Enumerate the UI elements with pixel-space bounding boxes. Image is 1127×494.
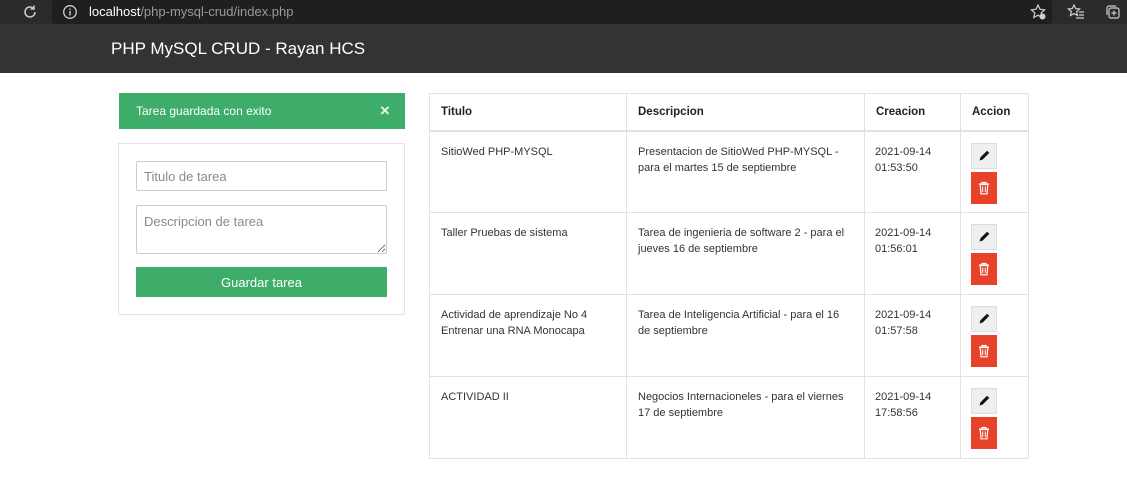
delete-task-button[interactable] [971, 171, 997, 204]
url-host: localhost [89, 4, 141, 19]
task-created-cell: 2021-09-14 17:58:56 [864, 376, 961, 459]
task-description-cell: Presentacion de SitioWed PHP-MYSQL - par… [626, 130, 865, 213]
edit-task-button[interactable] [971, 388, 997, 414]
trash-icon [979, 426, 989, 440]
pen-icon [979, 313, 990, 324]
task-actions-cell [960, 130, 1029, 213]
table-row: SitioWed PHP-MYSQL Presentacion de Sitio… [429, 130, 1029, 213]
success-alert: Tarea guardada con exito × [119, 93, 405, 129]
task-actions-cell [960, 212, 1029, 295]
column-header-description: Descripcion [626, 93, 865, 132]
navbar: PHP MySQL CRUD - Rayan HCS [0, 24, 1127, 73]
task-created-date: 2021-09-14 [875, 227, 932, 239]
edit-task-button[interactable] [971, 224, 997, 250]
task-title-cell: Taller Pruebas de sistema [429, 212, 627, 295]
table-row: Taller Pruebas de sistema Tarea de ingen… [429, 212, 1029, 295]
task-description-cell: Tarea de Inteligencia Artificial - para … [626, 294, 865, 377]
column-header-created: Creacion [864, 93, 961, 132]
task-created-cell: 2021-09-14 01:53:50 [864, 130, 961, 213]
task-description-input[interactable] [136, 205, 387, 254]
trash-icon [979, 181, 989, 194]
collections-icon[interactable] [1103, 2, 1123, 22]
alert-message: Tarea guardada con exito [136, 104, 272, 118]
task-description-cell: Tarea de ingenieria de software 2 - para… [626, 212, 865, 295]
edit-task-button[interactable] [971, 142, 997, 169]
task-created-cell: 2021-09-14 01:56:01 [864, 212, 961, 295]
reload-icon[interactable] [20, 2, 40, 22]
task-title-cell: Actividad de aprendizaje No 4 Entrenar u… [429, 294, 627, 377]
url-text[interactable]: localhost/php-mysql-crud/index.php [89, 4, 294, 20]
task-title-cell: SitioWed PHP-MYSQL [429, 130, 627, 213]
task-created-time: 01:56:01 [875, 243, 918, 255]
table-row: ACTIVIDAD II Negocios Internacioneles - … [429, 376, 1029, 459]
pen-icon [979, 395, 990, 406]
task-actions-cell [960, 376, 1029, 459]
task-created-date: 2021-09-14 [875, 145, 932, 158]
save-task-button[interactable]: Guardar tarea [136, 267, 387, 297]
site-info-icon[interactable] [62, 4, 78, 20]
task-created-time: 01:53:50 [875, 161, 918, 174]
task-title-input[interactable] [136, 161, 387, 191]
delete-task-button[interactable] [971, 335, 997, 367]
table-row: Actividad de aprendizaje No 4 Entrenar u… [429, 294, 1029, 377]
trash-icon [979, 262, 989, 276]
task-created-cell: 2021-09-14 01:57:58 [864, 294, 961, 377]
add-favorite-icon[interactable] [1028, 2, 1048, 22]
column-header-title: Titulo [429, 93, 627, 132]
task-description-cell: Negocios Internacioneles - para el viern… [626, 376, 865, 459]
delete-task-button[interactable] [971, 253, 997, 285]
edit-task-button[interactable] [971, 306, 997, 332]
task-created-time: 01:57:58 [875, 325, 918, 337]
tasks-table: Titulo Descripcion Creacion Accion Sitio… [429, 93, 1029, 459]
task-created-time: 17:58:56 [875, 407, 918, 419]
trash-icon [979, 344, 989, 358]
url-path: /php-mysql-crud/index.php [140, 4, 294, 19]
delete-task-button[interactable] [971, 417, 997, 449]
browser-toolbar: localhost/php-mysql-crud/index.php [0, 0, 1127, 24]
alert-close-button[interactable]: × [376, 102, 394, 120]
task-created-date: 2021-09-14 [875, 309, 932, 321]
task-actions-cell [960, 294, 1029, 377]
table-header-row: Titulo Descripcion Creacion Accion [429, 93, 1029, 132]
favorites-icon[interactable] [1066, 2, 1086, 22]
navbar-brand[interactable]: PHP MySQL CRUD - Rayan HCS [111, 39, 365, 59]
task-title-cell: ACTIVIDAD II [429, 376, 627, 459]
column-header-actions: Accion [960, 93, 1029, 132]
pen-icon [979, 150, 990, 160]
task-created-date: 2021-09-14 [875, 391, 932, 403]
pen-icon [979, 231, 990, 242]
